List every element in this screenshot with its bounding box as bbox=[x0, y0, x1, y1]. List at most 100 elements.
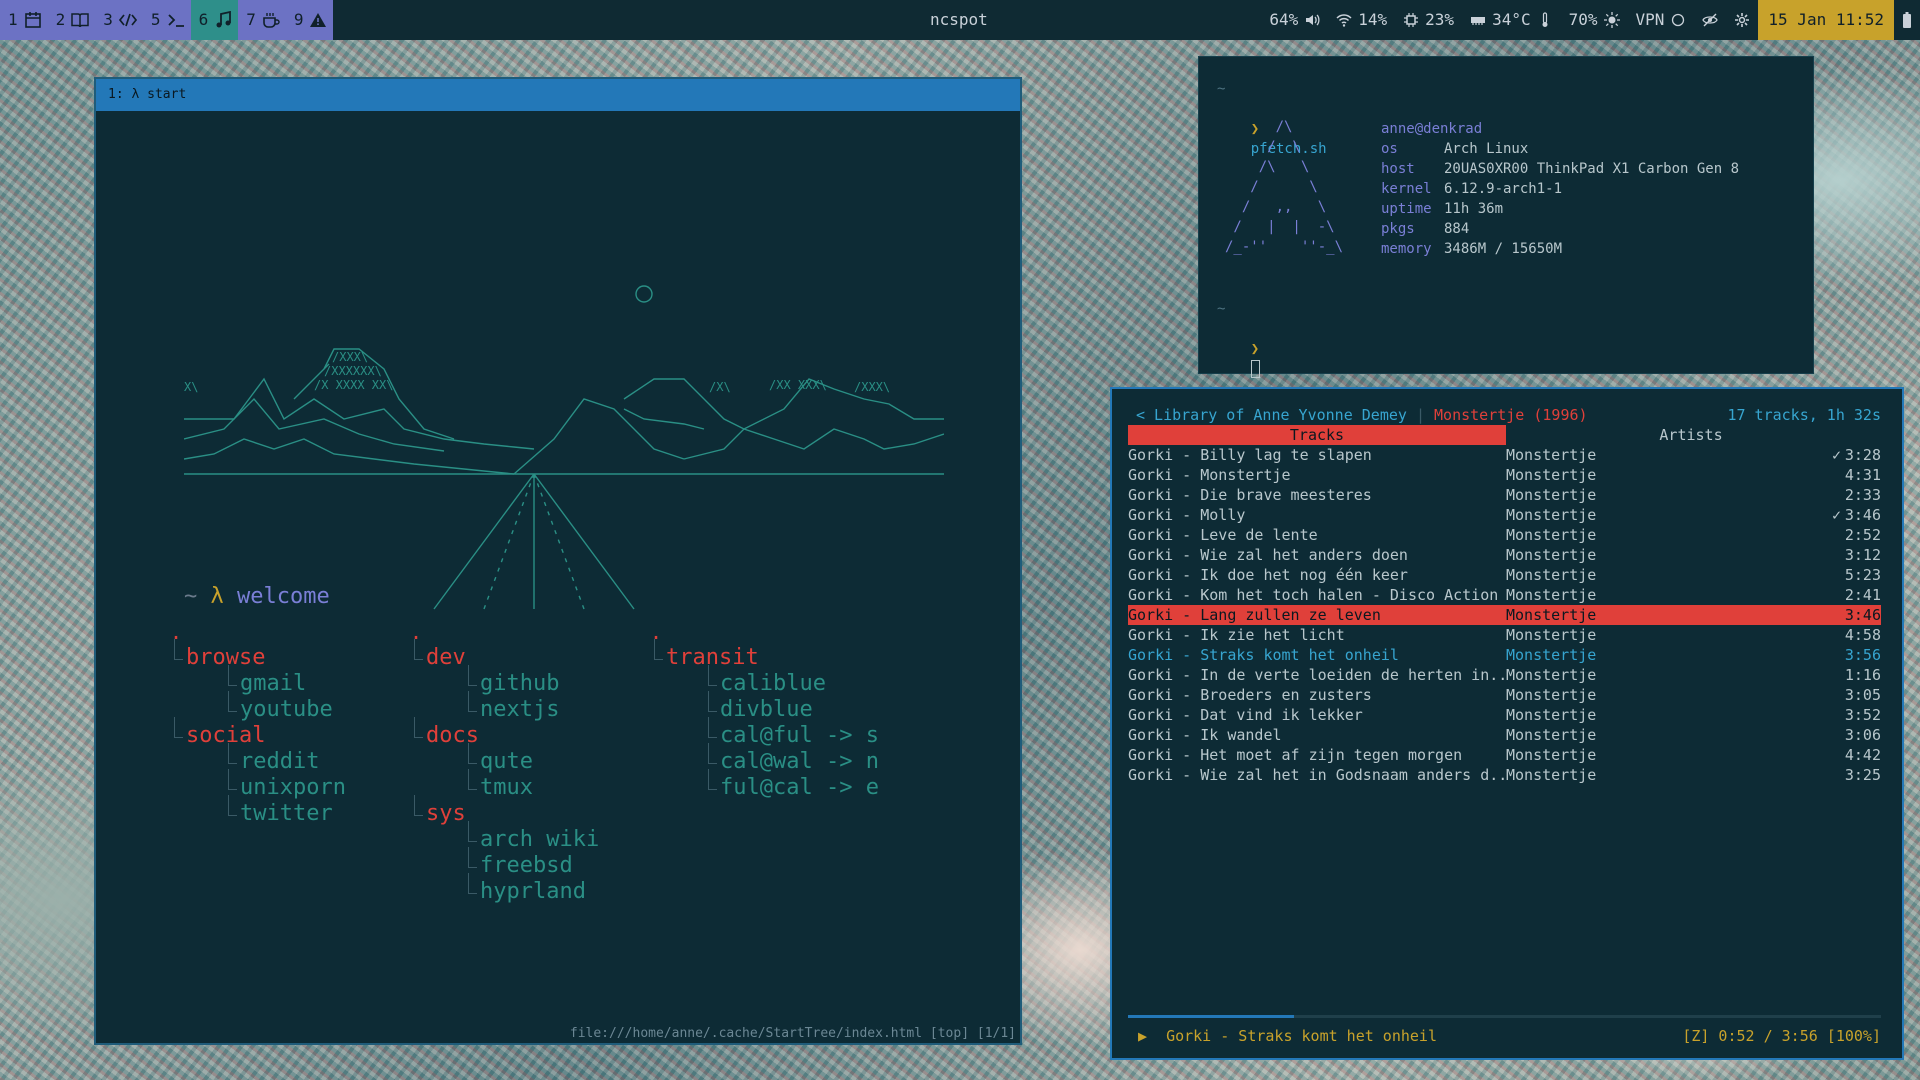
link-gmail[interactable]: gmail bbox=[170, 665, 346, 697]
brightness-widget[interactable]: 70% bbox=[1561, 0, 1628, 40]
track-album: Monstertje bbox=[1506, 546, 1597, 564]
track-duration: 3:56 bbox=[1844, 646, 1881, 664]
browser-tab[interactable]: 1: λ start bbox=[96, 79, 1020, 111]
link-caliblue[interactable]: caliblue bbox=[650, 665, 879, 697]
track-duration: 2:33 bbox=[1844, 486, 1881, 504]
browser-window[interactable]: 1: λ start /XXX\ /XXXXXX\ /X XXXX XX\ X\… bbox=[94, 77, 1022, 1045]
idle-inhibitor[interactable] bbox=[1694, 12, 1726, 28]
link-arch-wiki[interactable]: arch wiki bbox=[410, 821, 599, 853]
terminal-cursor[interactable] bbox=[1250, 360, 1260, 378]
track-duration: 4:42 bbox=[1844, 746, 1881, 764]
link-github[interactable]: github bbox=[410, 665, 599, 697]
workspace-5[interactable]: 5 bbox=[143, 0, 191, 40]
link-hyprland[interactable]: hyprland bbox=[410, 873, 599, 905]
link-nextjs[interactable]: nextjs bbox=[410, 691, 599, 723]
track-album: Monstertje bbox=[1506, 606, 1597, 624]
workspace-7[interactable]: 7 bbox=[238, 0, 286, 40]
track-row[interactable]: Gorki - Molly Monstertje ✓ 3:46 bbox=[1128, 505, 1881, 525]
window-title: ncspot bbox=[930, 10, 988, 29]
link-freebsd[interactable]: freebsd bbox=[410, 847, 599, 879]
track-row[interactable]: Gorki - Monstertje Monstertje 4:31 bbox=[1128, 465, 1881, 485]
workspace-3[interactable]: 3 bbox=[95, 0, 143, 40]
link-divblue[interactable]: divblue bbox=[650, 691, 879, 723]
track-duration: 3:05 bbox=[1844, 686, 1881, 704]
track-title: Gorki - Kom het toch halen - Disco Actio… bbox=[1128, 586, 1499, 604]
wifi-widget[interactable]: 14% bbox=[1328, 0, 1395, 40]
settings-widget[interactable] bbox=[1726, 12, 1758, 28]
brightness-icon bbox=[1603, 12, 1620, 28]
album-summary: 17 tracks, 1h 32s bbox=[1727, 406, 1881, 424]
memory-icon bbox=[1471, 17, 1486, 25]
ncspot-header: < Library of Anne Yvonne Demey | Monster… bbox=[1136, 405, 1881, 425]
track-row[interactable]: Gorki - Dat vind ik lekker Monstertje 3:52 bbox=[1128, 705, 1881, 725]
category-dev: dev bbox=[410, 639, 599, 671]
playback-progress-bar[interactable] bbox=[1128, 1015, 1881, 1018]
volume-widget[interactable]: 64% bbox=[1261, 0, 1328, 40]
link-twitter[interactable]: twitter bbox=[170, 795, 346, 827]
welcome-word: welcome bbox=[237, 584, 330, 609]
track-row[interactable]: Gorki - Het moet af zijn tegen morgen Mon… bbox=[1128, 745, 1881, 765]
track-row[interactable]: Gorki - Lang zullen ze leven Monstertje 3:… bbox=[1128, 605, 1881, 625]
workspace-2[interactable]: 2 bbox=[48, 0, 96, 40]
memory-widget[interactable]: 34°C bbox=[1462, 0, 1561, 40]
track-row[interactable]: Gorki - Kom het toch halen - Disco Actio… bbox=[1128, 585, 1881, 605]
pfetch-row: os Arch Linux bbox=[1381, 139, 1528, 159]
link-reddit[interactable]: reddit bbox=[170, 743, 346, 775]
wifi-value: 14% bbox=[1358, 10, 1388, 29]
track-album: Monstertje bbox=[1506, 486, 1597, 504]
link-cal-ful[interactable]: cal@ful -> s bbox=[650, 717, 879, 749]
clock[interactable]: 15 Jan 11:52 bbox=[1758, 0, 1894, 40]
workspace-6[interactable]: 6 bbox=[190, 0, 239, 40]
link-unixporn[interactable]: unixporn bbox=[170, 769, 346, 801]
link-tmux[interactable]: tmux bbox=[410, 769, 599, 801]
track-title: Gorki - Billy lag te slapen bbox=[1128, 446, 1372, 464]
arch-logo-icon: /\ / \ /\ \ / \ / ,, \ / | | -\ /_-'' ''… bbox=[1225, 119, 1344, 255]
back-to-library-link[interactable]: < Library of Anne Yvonne Demey bbox=[1136, 406, 1407, 424]
vpn-widget[interactable]: VPN bbox=[1628, 0, 1695, 40]
volume-value: 64% bbox=[1269, 10, 1299, 29]
link-youtube[interactable]: youtube bbox=[170, 691, 346, 723]
track-row[interactable]: Gorki - Wie zal het in Godsnaam anders d… bbox=[1128, 765, 1881, 785]
header-separator: | bbox=[1415, 406, 1425, 424]
play-icon[interactable]: ▶ bbox=[1138, 1026, 1147, 1046]
track-title: Gorki - Wie zal het anders doen bbox=[1128, 546, 1408, 564]
book-icon bbox=[71, 11, 90, 29]
track-row[interactable]: Gorki - In de verte loeiden de herten in… bbox=[1128, 665, 1881, 685]
track-row[interactable]: Gorki - Die brave meesteres Monstertje 2:3… bbox=[1128, 485, 1881, 505]
track-row[interactable]: Gorki - Ik wandel Monstertje 3:06 bbox=[1128, 725, 1881, 745]
track-title: Gorki - Ik doe het nog één keer bbox=[1128, 566, 1408, 584]
workspace-9[interactable]: 9 bbox=[286, 0, 334, 40]
track-album: Monstertje bbox=[1506, 766, 1597, 784]
track-row[interactable]: Gorki - Broeders en zusters Monstertje 3:0… bbox=[1128, 685, 1881, 705]
svg-text:/XX XXX\: /XX XXX\ bbox=[769, 378, 827, 392]
workspace-1[interactable]: 1 bbox=[0, 0, 48, 40]
volume-icon bbox=[1306, 14, 1320, 26]
terminal-window[interactable]: ~ ❯ pfetch.sh /\ / \ /\ \ / \ / ,, \ / |… bbox=[1198, 56, 1814, 378]
cpu-widget[interactable]: 23% bbox=[1395, 0, 1462, 40]
track-row[interactable]: Gorki - Wie zal het anders doen Monstertj… bbox=[1128, 545, 1881, 565]
track-title: Gorki - Ik wandel bbox=[1128, 726, 1282, 744]
tab-tracks[interactable]: Tracks bbox=[1128, 425, 1506, 445]
track-row[interactable]: Gorki - Billy lag te slapen Monstertje ✓ 3:… bbox=[1128, 445, 1881, 465]
track-title: Gorki - Lang zullen ze leven bbox=[1128, 606, 1381, 624]
ncspot-window[interactable]: < Library of Anne Yvonne Demey | Monster… bbox=[1110, 387, 1904, 1060]
link-ful-cal[interactable]: ful@cal -> e bbox=[650, 769, 879, 801]
link-qute[interactable]: qute bbox=[410, 743, 599, 775]
svg-text:/XXX\: /XXX\ bbox=[854, 380, 890, 394]
track-row[interactable]: Gorki - Leve de lente Monstertje 2:52 bbox=[1128, 525, 1881, 545]
workspace-number: 2 bbox=[55, 10, 66, 29]
battery-widget[interactable] bbox=[1894, 12, 1920, 28]
pfetch-value: 11h 36m bbox=[1444, 201, 1504, 217]
track-row[interactable]: Gorki - Ik doe het nog één keer Monstertj… bbox=[1128, 565, 1881, 585]
track-row[interactable]: Gorki - Ik zie het licht Monstertje 4:58 bbox=[1128, 625, 1881, 645]
svg-text:X\: X\ bbox=[184, 380, 198, 394]
track-title: Gorki - Broeders en zusters bbox=[1128, 686, 1372, 704]
track-row[interactable]: Gorki - Straks komt het onheil Monstertje… bbox=[1128, 645, 1881, 665]
tab-artists[interactable]: Artists bbox=[1506, 425, 1876, 445]
track-album: Monstertje bbox=[1506, 466, 1597, 484]
top-bar: 1 2 3 5 6 7 9 ncspot 64% 14% 23% 34°C 70% VPN bbox=[0, 0, 1920, 40]
warning-icon bbox=[309, 11, 327, 29]
link-cal-wal[interactable]: cal@wal -> n bbox=[650, 743, 879, 775]
pfetch-key: memory bbox=[1381, 241, 1432, 257]
track-title: Gorki - In de verte loeiden de herten in… bbox=[1128, 666, 1506, 684]
